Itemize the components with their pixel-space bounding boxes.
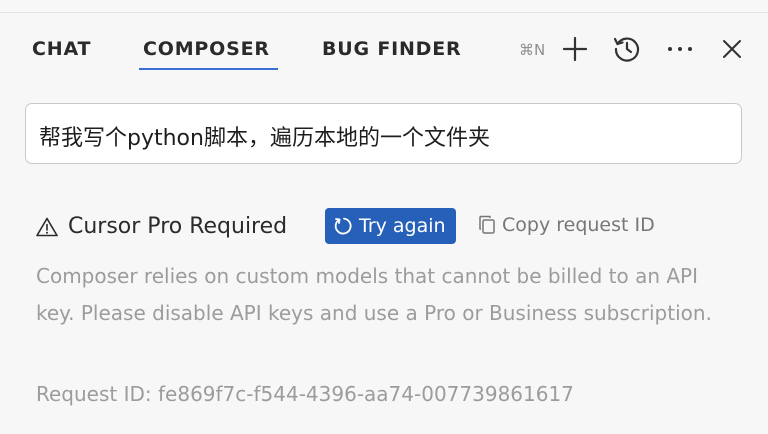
try-again-button[interactable]: Try again [325,208,456,244]
tab-chat[interactable]: CHAT [32,38,91,60]
plus-icon [562,36,588,62]
new-shortcut-hint: ⌘N [519,41,546,59]
error-description: Composer relies on custom models that ca… [36,264,712,325]
prompt-input[interactable]: 帮我写个python脚本，遍历本地的一个文件夹 [25,103,742,164]
active-tab-indicator [139,68,278,70]
close-button[interactable] [717,34,747,64]
try-again-label: Try again [359,215,446,237]
new-composer-button[interactable] [560,34,590,64]
tab-bug-finder[interactable]: BUG FINDER [322,38,461,60]
error-header: Cursor Pro Required Try again Copy reque… [36,206,736,246]
more-options-button[interactable] [665,34,695,64]
tab-bar: CHAT COMPOSER BUG FINDER ⌘N [0,13,768,75]
copy-request-id-button[interactable]: Copy request ID [478,214,655,236]
history-button[interactable] [612,34,642,64]
copy-request-id-label: Copy request ID [502,214,655,236]
close-icon [723,40,741,58]
more-icon [668,47,692,51]
request-id-text: Request ID: fe869f7c-f544-4396-aa74-0077… [36,382,574,406]
error-title: Cursor Pro Required [68,214,288,239]
tab-composer[interactable]: COMPOSER [143,38,270,60]
refresh-icon [334,217,352,235]
copy-icon [479,215,495,234]
prompt-text: 帮我写个python脚本，遍历本地的一个文件夹 [39,126,490,151]
history-icon [613,37,640,62]
warning-icon [36,217,58,237]
